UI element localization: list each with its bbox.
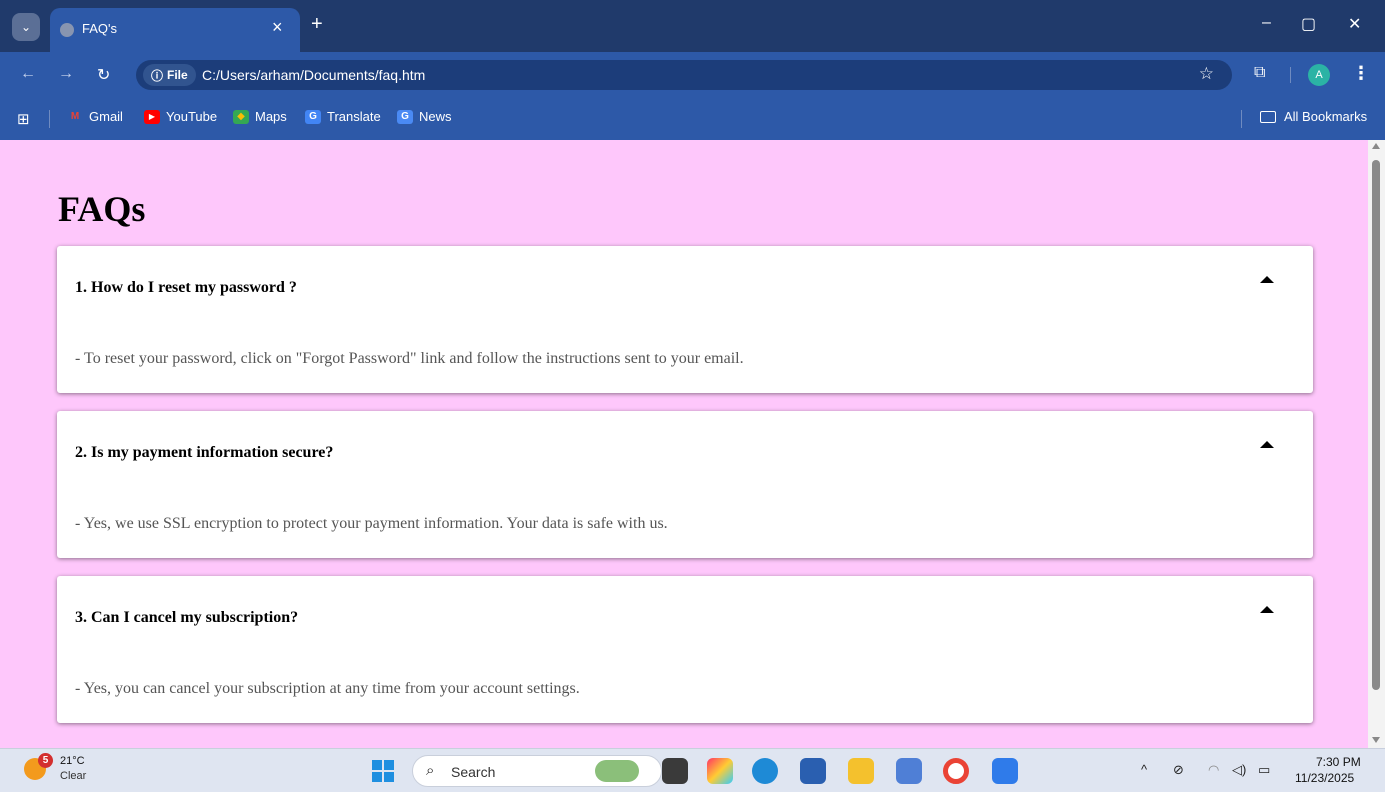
bookmark-label: YouTube xyxy=(166,109,218,124)
faq-answer: - Yes, you can cancel your subscription … xyxy=(75,680,580,697)
info-icon: ⓘ xyxy=(151,68,164,83)
all-bookmarks-button[interactable]: All Bookmarks xyxy=(1260,109,1367,124)
weather-badge: 5 xyxy=(38,753,53,768)
scroll-thumb[interactable] xyxy=(1372,160,1380,690)
tab-close-button[interactable]: × xyxy=(272,17,283,38)
folder-icon xyxy=(1260,110,1276,123)
faq-question[interactable]: 1. How do I reset my password ? xyxy=(75,279,297,297)
chrome-icon[interactable] xyxy=(943,758,969,784)
youtube-icon: ▶ xyxy=(144,109,160,124)
faq-question[interactable]: 2. Is my payment information secure? xyxy=(75,444,333,462)
scroll-up-arrow-icon[interactable] xyxy=(1372,143,1380,149)
news-icon: G xyxy=(397,109,413,124)
restore-button[interactable]: ▢ xyxy=(1301,14,1316,34)
bookmarks-divider xyxy=(49,110,50,128)
bookmark-news[interactable]: G News xyxy=(397,109,452,124)
search-highlight-icon xyxy=(595,760,639,782)
more-menu-icon[interactable]: ⋮ xyxy=(1352,63,1370,84)
faq-answer: - Yes, we use SSL encryption to protect … xyxy=(75,515,668,532)
caret-up-icon[interactable] xyxy=(1260,276,1274,283)
taskbar-search[interactable]: ⌕ Search xyxy=(412,755,662,787)
bookmark-gmail[interactable]: M Gmail xyxy=(67,109,123,124)
task-view-icon[interactable] xyxy=(662,758,688,784)
copilot-icon[interactable] xyxy=(707,758,733,784)
bookmark-maps[interactable]: ◆ Maps xyxy=(233,109,287,124)
site-info-label: File xyxy=(167,68,188,82)
volume-icon[interactable]: ◁) xyxy=(1232,762,1246,778)
address-bar[interactable]: ⓘ File C:/Users/arham/Documents/faq.htm … xyxy=(136,60,1232,90)
battery-icon[interactable]: ▭ xyxy=(1258,762,1270,778)
onedrive-off-icon[interactable]: ⊘ xyxy=(1173,762,1184,778)
profile-avatar[interactable]: A xyxy=(1308,64,1330,86)
tab-strip: ⌄ FAQ's × + – ▢ ✕ xyxy=(0,0,1385,52)
new-tab-button[interactable]: + xyxy=(311,14,323,34)
bookmark-label: Translate xyxy=(327,109,381,124)
close-window-button[interactable]: ✕ xyxy=(1348,14,1361,34)
tab-search-button[interactable]: ⌄ xyxy=(12,13,40,41)
edge-icon[interactable] xyxy=(752,758,778,784)
notepad-icon[interactable] xyxy=(896,758,922,784)
weather-condition[interactable]: Clear xyxy=(60,770,86,782)
back-arrow-icon[interactable]: ← xyxy=(20,65,36,83)
url-text[interactable]: C:/Users/arham/Documents/faq.htm xyxy=(202,67,425,83)
maps-icon: ◆ xyxy=(233,109,249,124)
caret-up-icon[interactable] xyxy=(1260,441,1274,448)
toolbar-divider xyxy=(1290,67,1291,83)
tray-chevron-up-icon[interactable]: ^ xyxy=(1141,762,1147,777)
store-icon[interactable] xyxy=(800,758,826,784)
page-viewport: FAQs 1. How do I reset my password ? - T… xyxy=(0,140,1385,748)
bookmark-youtube[interactable]: ▶ YouTube xyxy=(144,109,217,124)
bookmark-translate[interactable]: G Translate xyxy=(305,109,381,124)
active-tab[interactable]: FAQ's × xyxy=(50,8,300,52)
browser-toolbar: ← → ↻ ⓘ File C:/Users/arham/Documents/fa… xyxy=(0,52,1385,98)
faq-item[interactable]: 3. Can I cancel my subscription? - Yes, … xyxy=(57,576,1313,723)
extensions-icon[interactable]: ⧉ xyxy=(1254,64,1265,82)
forward-arrow-icon[interactable]: → xyxy=(58,65,74,83)
scroll-down-arrow-icon[interactable] xyxy=(1372,737,1380,743)
file-explorer-icon[interactable] xyxy=(848,758,874,784)
vertical-scrollbar[interactable] xyxy=(1368,140,1385,748)
faq-item[interactable]: 2. Is my payment information secure? - Y… xyxy=(57,411,1313,558)
windows-start-icon[interactable] xyxy=(372,760,394,782)
search-label: Search xyxy=(451,764,496,780)
bookmarks-divider xyxy=(1241,110,1242,128)
bookmark-label: Gmail xyxy=(89,109,123,124)
faq-item[interactable]: 1. How do I reset my password ? - To res… xyxy=(57,246,1313,393)
translate-icon: G xyxy=(305,109,321,124)
page-title: FAQs xyxy=(58,189,146,229)
bookmark-label: News xyxy=(419,109,452,124)
reload-icon[interactable]: ↻ xyxy=(97,65,110,85)
gmail-icon: M xyxy=(70,111,80,122)
bookmark-label: Maps xyxy=(255,109,287,124)
globe-icon xyxy=(60,23,74,37)
apps-grid-icon[interactable]: ⊞ xyxy=(17,110,30,128)
caret-up-icon[interactable] xyxy=(1260,606,1274,613)
minimize-button[interactable]: – xyxy=(1262,14,1271,32)
tab-title: FAQ's xyxy=(82,21,117,36)
clock-date[interactable]: 11/23/2025 xyxy=(1295,771,1354,785)
wifi-icon[interactable]: ◠ xyxy=(1208,762,1219,778)
clock-time[interactable]: 7:30 PM xyxy=(1316,755,1361,769)
docs-icon[interactable] xyxy=(992,758,1018,784)
chevron-down-icon: ⌄ xyxy=(20,20,32,34)
bookmarks-bar: ⊞ M Gmail ▶ YouTube ◆ Maps G Translate G… xyxy=(0,98,1385,140)
taskbar: 5 21°C Clear ⌕ Search ^ ⊘ ◠ ◁) ▭ 7:30 PM… xyxy=(0,748,1385,792)
faq-answer: - To reset your password, click on "Forg… xyxy=(75,350,744,367)
site-info-chip[interactable]: ⓘ File xyxy=(143,64,196,86)
weather-temperature[interactable]: 21°C xyxy=(60,755,85,767)
bookmark-star-icon[interactable]: ☆ xyxy=(1199,64,1214,84)
all-bookmarks-label: All Bookmarks xyxy=(1284,109,1368,124)
faq-question[interactable]: 3. Can I cancel my subscription? xyxy=(75,609,298,627)
search-icon: ⌕ xyxy=(426,762,435,779)
